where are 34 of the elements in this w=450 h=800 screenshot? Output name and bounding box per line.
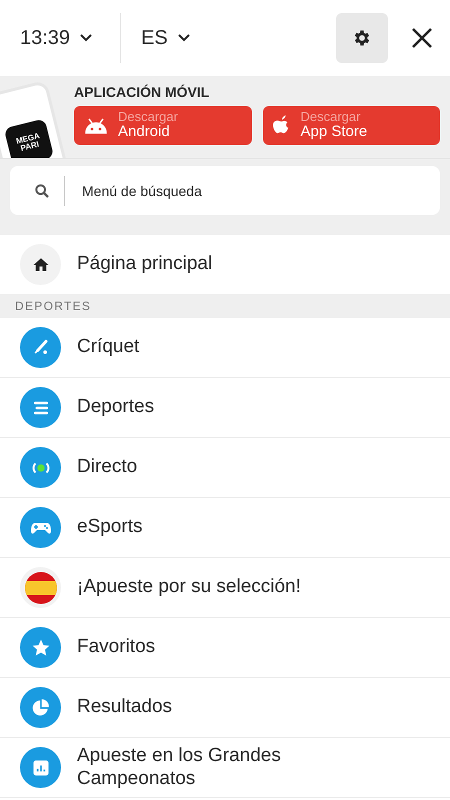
android-download-button[interactable]: Descargar Android bbox=[74, 106, 252, 145]
search-icon bbox=[34, 182, 50, 198]
menu-item[interactable]: eSports bbox=[0, 498, 450, 558]
time-dropdown[interactable]: 13:39 bbox=[20, 26, 92, 50]
close-button[interactable] bbox=[410, 26, 434, 50]
app-store-button[interactable]: Descargar App Store bbox=[262, 106, 440, 145]
bar-chart-icon bbox=[20, 747, 61, 788]
search-input[interactable]: Menú de búsqueda bbox=[80, 182, 424, 200]
menu-item[interactable]: ¡Apueste por su selección! bbox=[0, 558, 450, 618]
language-dropdown[interactable]: ES bbox=[141, 26, 190, 50]
menu-item[interactable]: Críquet bbox=[0, 318, 450, 378]
search-field[interactable]: Menú de búsqueda bbox=[10, 166, 440, 215]
chevron-down-icon bbox=[178, 34, 190, 42]
live-signal-icon bbox=[20, 447, 61, 488]
menu-item[interactable]: Página principal bbox=[0, 235, 450, 294]
menu-item[interactable]: Directo bbox=[0, 438, 450, 498]
android-icon bbox=[84, 118, 108, 134]
banner-title: APLICACIÓN MÓVIL bbox=[74, 84, 210, 100]
list-icon bbox=[20, 387, 61, 428]
menu-item[interactable]: Resultados bbox=[0, 678, 450, 738]
section-header: DEPORTES bbox=[0, 294, 450, 318]
menu-item[interactable]: Deportes bbox=[0, 378, 450, 438]
spain-flag-icon bbox=[20, 567, 61, 608]
gamepad-icon bbox=[20, 507, 61, 548]
cricket-bat-icon bbox=[20, 327, 61, 368]
app-logo: MEGA PARI bbox=[14, 132, 42, 154]
settings-icon bbox=[352, 28, 372, 48]
menu-item[interactable]: Favoritos bbox=[0, 618, 450, 678]
close-icon bbox=[410, 26, 434, 50]
menu-item[interactable]: Apueste en los Grandes Campeonatos bbox=[0, 738, 450, 798]
chevron-down-icon bbox=[80, 34, 92, 42]
pie-chart-icon bbox=[20, 687, 61, 728]
home-icon bbox=[20, 244, 61, 285]
settings-button[interactable] bbox=[336, 13, 388, 63]
